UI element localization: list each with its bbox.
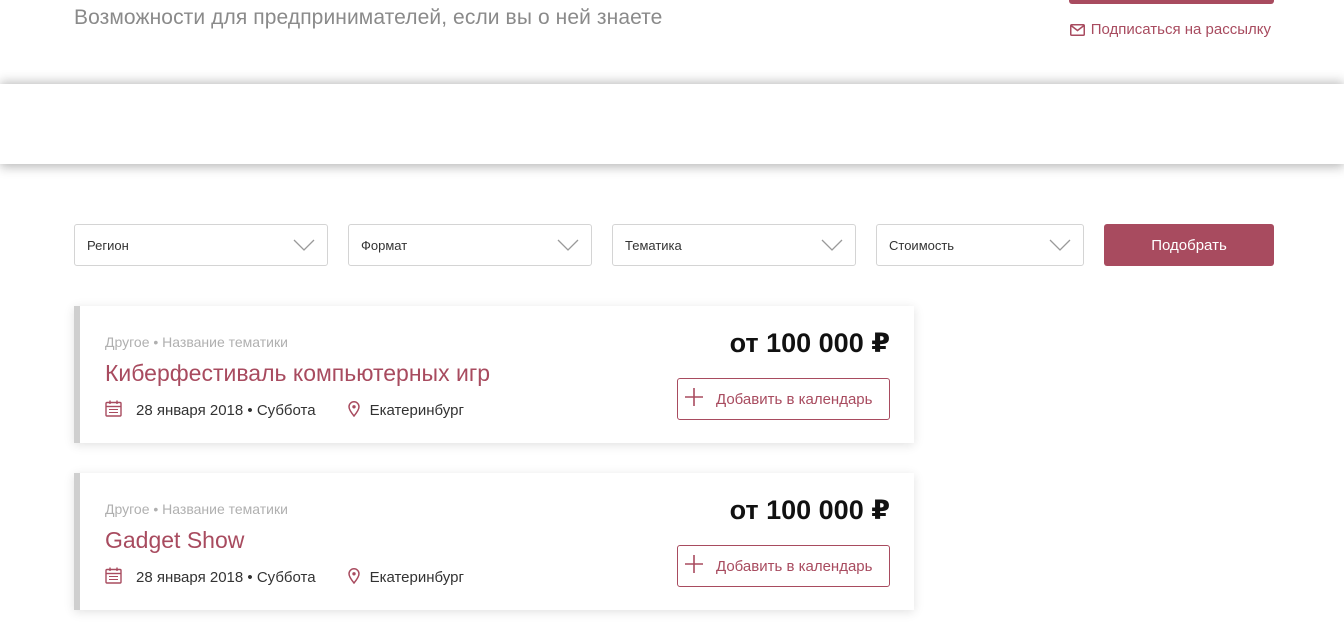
topic-select-label: Тематика <box>625 237 682 253</box>
add-to-calendar-button[interactable]: Добавить в календарь <box>677 545 890 587</box>
event-price: от 100 000 ₽ <box>729 495 890 525</box>
add-to-calendar-label: Добавить в календарь <box>716 390 873 408</box>
chevron-down-icon <box>293 239 315 251</box>
event-meta: 28 января 2018 • Суббота Екатеринбург <box>105 400 464 421</box>
add-to-calendar-button[interactable]: Добавить в календарь <box>677 378 890 420</box>
subscribe-label: Подписаться на рассылку <box>1090 21 1271 38</box>
cost-select[interactable]: Стоимость <box>876 224 1084 266</box>
find-button[interactable]: Подобрать <box>1104 224 1274 266</box>
format-select-label: Формат <box>361 237 408 253</box>
navigation-band <box>0 84 1344 164</box>
event-category: Другое • Название тематики <box>105 501 288 517</box>
plus-icon <box>684 387 716 411</box>
location-pin-icon <box>347 400 360 421</box>
event-title[interactable]: Gadget Show <box>105 527 244 554</box>
add-to-calendar-label: Добавить в календарь <box>716 557 873 575</box>
chevron-down-icon <box>1049 239 1071 251</box>
location-pin-icon <box>347 567 360 588</box>
header-action-button[interactable] <box>1069 0 1274 4</box>
chevron-down-icon <box>821 239 843 251</box>
event-meta: 28 января 2018 • Суббота Екатеринбург <box>105 567 464 588</box>
event-date: 28 января 2018 • Суббота <box>136 402 316 419</box>
event-card[interactable]: Другое • Название тематики Киберфестивал… <box>74 306 914 443</box>
event-category: Другое • Название тематики <box>105 334 288 350</box>
calendar-icon <box>105 567 122 588</box>
chevron-down-icon <box>557 239 579 251</box>
event-card[interactable]: Другое • Название тематики Gadget Show 2… <box>74 473 914 610</box>
topic-select[interactable]: Тематика <box>612 224 856 266</box>
event-date: 28 января 2018 • Суббота <box>136 569 316 586</box>
envelope-icon <box>1069 23 1085 36</box>
calendar-icon <box>105 400 122 421</box>
region-select-label: Регион <box>87 237 129 253</box>
event-price: от 100 000 ₽ <box>729 328 890 358</box>
event-title[interactable]: Киберфестиваль компьютерных игр <box>105 360 490 387</box>
subscribe-link[interactable]: Подписаться на рассылку <box>1069 21 1271 38</box>
event-city: Екатеринбург <box>369 569 464 586</box>
page-tagline: Возможности для предпринимателей, если в… <box>74 6 663 29</box>
region-select[interactable]: Регион <box>74 224 328 266</box>
plus-icon <box>684 554 716 578</box>
cost-select-label: Стоимость <box>889 237 955 253</box>
format-select[interactable]: Формат <box>348 224 592 266</box>
event-city: Екатеринбург <box>369 402 464 419</box>
